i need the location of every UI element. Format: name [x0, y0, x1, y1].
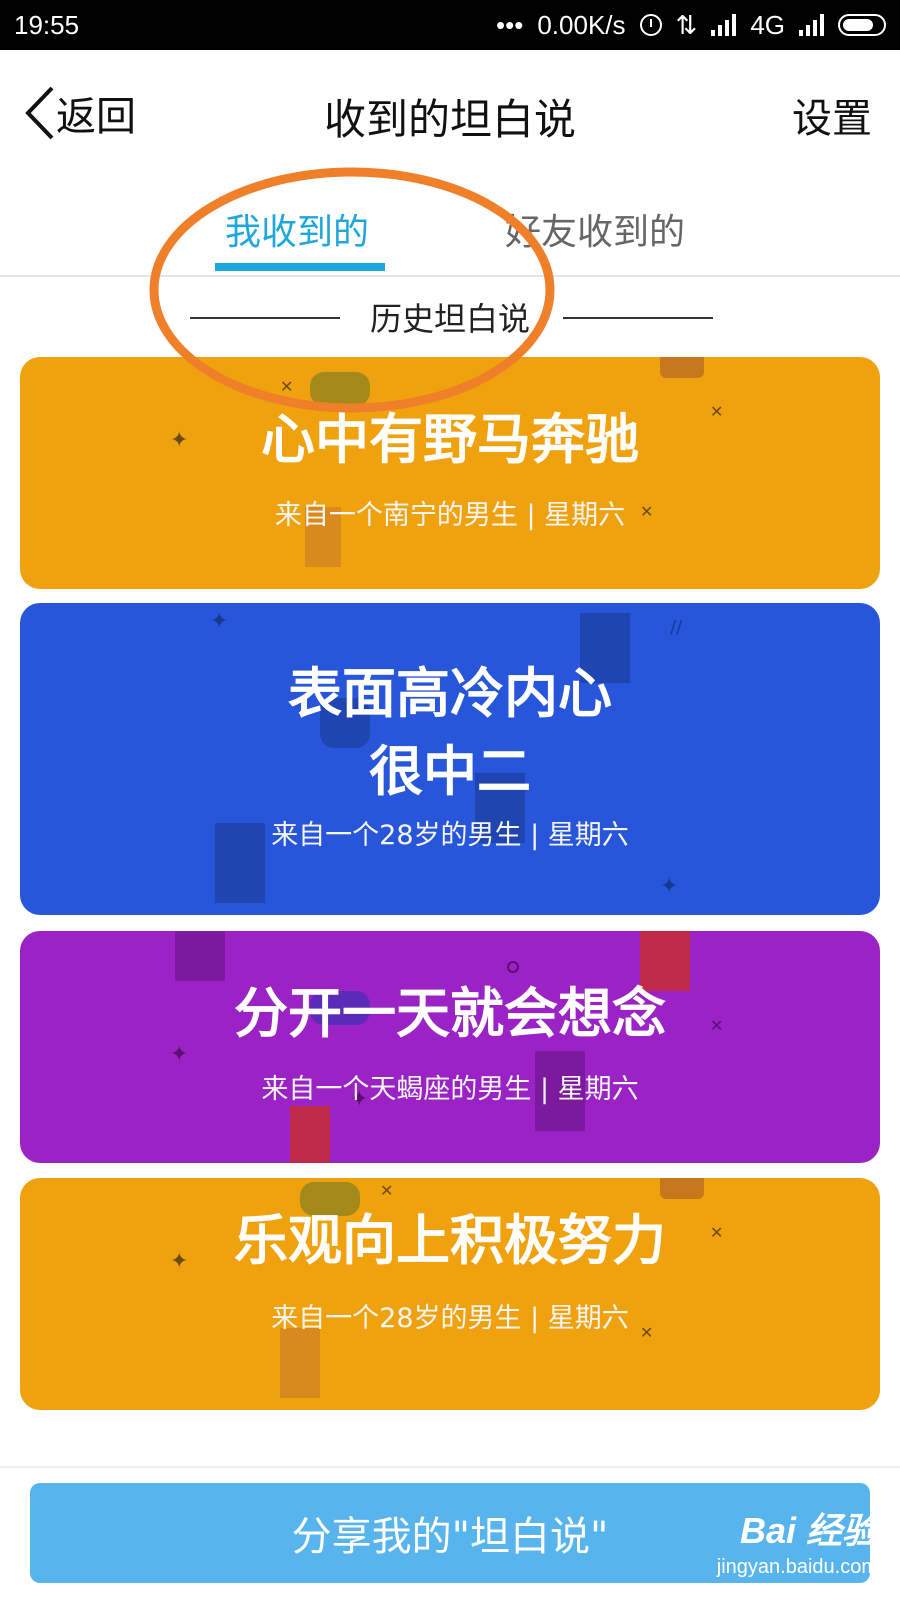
signal-icon: [711, 14, 737, 36]
battery-icon: [838, 14, 886, 36]
card-subtitle: 来自一个28岁的男生 | 星期六: [271, 820, 629, 851]
svg-text://: //: [670, 617, 683, 638]
history-section-header: 历史坦白说: [0, 290, 900, 340]
confession-card-3[interactable]: ✦ ✦ ✕ 分开一天就会想念 来自一个天蝎座的男生 | 星期六: [20, 931, 880, 1163]
card-title: 分开一天就会想念: [234, 982, 666, 1045]
svg-text:✕: ✕: [280, 377, 293, 396]
page-title: 收到的坦白说: [323, 95, 576, 144]
alarm-icon: [639, 14, 662, 36]
baidu-watermark: Bai 经验 jingyan.baidu.com: [717, 1502, 878, 1579]
network-speed: 0.00K/s: [537, 9, 626, 40]
svg-text:✕: ✕: [380, 1181, 393, 1200]
share-button-label: 分享我的"坦白说": [291, 1514, 609, 1560]
confession-card-4[interactable]: ✦ ✕ ✕ ✕ 乐观向上积极努力 来自一个28岁的男生 | 星期六: [20, 1178, 880, 1410]
divider-right: [563, 317, 713, 319]
bottom-divider: [0, 1466, 900, 1468]
tab-bar: 我收到的 好友收到的: [0, 175, 900, 277]
signal-icon-2: [799, 14, 824, 36]
card-title: 乐观向上积极努力: [234, 1209, 666, 1272]
watermark-brand: Bai 经验: [739, 1510, 878, 1551]
section-title: 历史坦白说: [369, 300, 530, 338]
card-subtitle: 来自一个28岁的男生 | 星期六: [271, 1303, 629, 1334]
card-title: 心中有野马奔驰: [261, 408, 639, 471]
watermark-url: jingyan.baidu.com: [716, 1556, 878, 1578]
settings-button[interactable]: 设置: [792, 86, 872, 144]
card-subtitle: 来自一个天蝎座的男生 | 星期六: [261, 1074, 639, 1105]
status-time: 19:55: [14, 9, 80, 40]
svg-text:✦: ✦: [660, 874, 678, 899]
card-title: 表面高冷内心 很中二: [288, 662, 612, 803]
svg-text:✦: ✦: [210, 609, 228, 634]
active-tab-indicator: [215, 263, 385, 271]
data-transfer-icon: ⇅: [675, 9, 698, 40]
confession-card-1[interactable]: ✦ ✕ ✕ ✕ 心中有野马奔驰 来自一个南宁的男生 | 星期六: [20, 357, 880, 589]
card-subtitle: 来自一个南宁的男生 | 星期六: [274, 500, 626, 531]
status-bar: 19:55 ••• 0.00K/s ⇅ 4G: [0, 0, 900, 50]
tab-received-by-me[interactable]: 我收到的: [225, 203, 369, 255]
status-dots: •••: [496, 9, 524, 40]
network-type: 4G: [750, 9, 785, 40]
app-header: 返回 收到的坦白说 设置: [0, 50, 900, 175]
confession-card-2[interactable]: ✦ ✦ // 表面高冷内心 很中二 来自一个28岁的男生 | 星期六: [20, 603, 880, 915]
tab-received-by-friends[interactable]: 好友收到的: [505, 203, 685, 255]
